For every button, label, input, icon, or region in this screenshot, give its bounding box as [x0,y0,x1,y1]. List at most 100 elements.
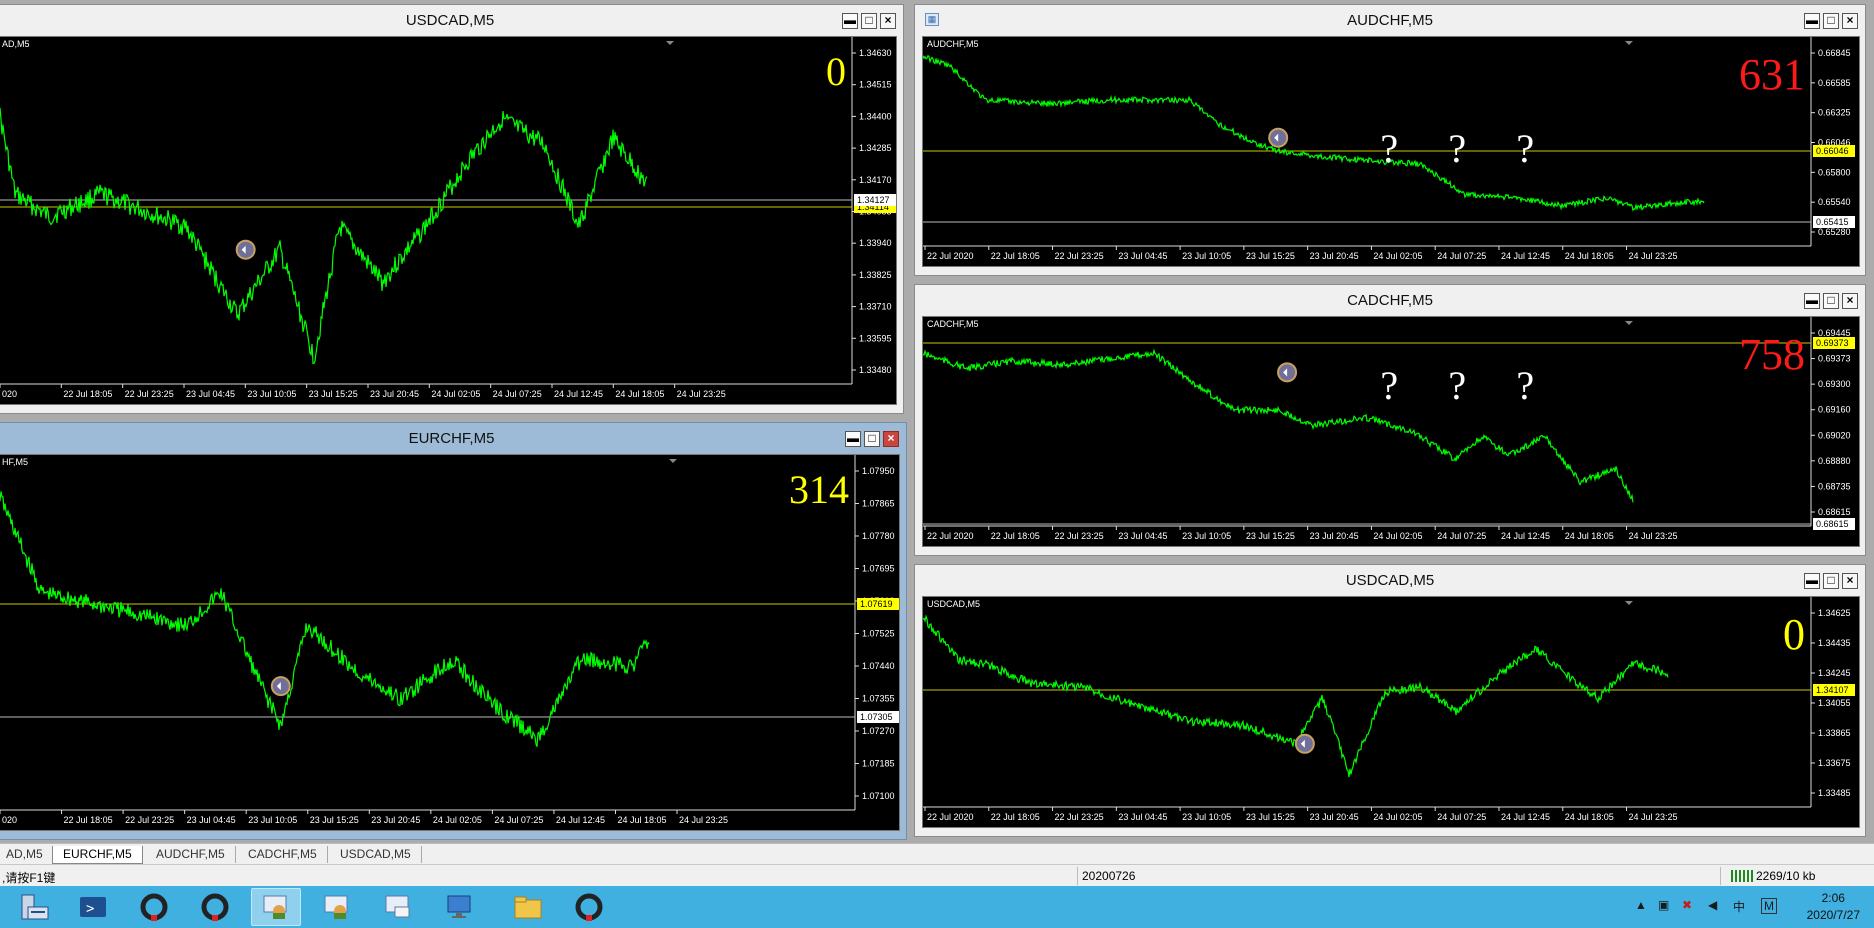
tab-cadchf[interactable]: CADCHF,M5 [238,846,328,863]
price-label: 0.69020 [1818,430,1851,440]
chart-symbol-label: AUDCHF,M5 [927,39,979,49]
clock-date: 2020/7/27 [1806,908,1860,922]
maximize-button[interactable]: □ [1823,573,1839,589]
window-titlebar[interactable]: CADCHF,M5 ▬ □ × [915,285,1865,315]
time-label: 23 Jul 04:45 [1118,812,1167,822]
counter-value: 0 [1783,610,1805,659]
close-button[interactable]: × [1842,13,1858,29]
remote-desktop-icon[interactable] [251,888,301,926]
window-titlebar[interactable]: EURCHF,M5 ▬ □ × [0,423,906,453]
close-button[interactable]: × [883,431,899,447]
chart-canvas[interactable]: USDCAD,M5 1.34625 1.34435 1.34245 1.34055 1.3… [923,597,1860,828]
price-tag-value: 1.07305 [860,712,893,722]
mt4-terminal-icon-3[interactable] [564,888,614,926]
window-title: CADCHF,M5 [1347,292,1433,309]
tab-usdcad[interactable]: USDCAD,M5 [330,846,422,863]
time-label: 24 Jul 12:45 [554,389,603,399]
chart-window-audchf[interactable]: ▦ AUDCHF,M5 ▬ □ × AUDCHF,M5 0.66845 0.6658… [914,4,1866,276]
price-chart[interactable]: CADCHF,M5 0.69445 0.69373 0.69300 0.69160 0.6… [922,316,1860,547]
system-clock[interactable]: 2:06 2020/7/27 [1807,890,1860,924]
time-label: 24 Jul 23:25 [1629,531,1678,541]
price-label: 1.33480 [859,365,892,375]
window-titlebar[interactable]: USDCAD,M5 ▬ □ × [915,565,1865,595]
connection-bars-icon [1731,870,1753,882]
maximize-button[interactable]: □ [861,13,877,29]
trade-marker-icon[interactable] [1268,127,1289,148]
mt4-terminal-icon-2[interactable] [190,888,240,926]
chart-canvas[interactable]: AUDCHF,M5 0.66845 0.66585 0.66325 0.66046 0.6… [923,37,1860,267]
close-button[interactable]: × [880,13,896,29]
price-label: 1.07695 [862,564,895,574]
price-label: 0.66325 [1818,108,1851,118]
trade-marker-icon[interactable] [1294,733,1315,754]
time-label: 24 Jul 12:45 [1501,531,1550,541]
time-label: 24 Jul 12:45 [1501,251,1550,261]
minimize-button[interactable]: ▬ [1804,13,1820,29]
time-label: 24 Jul 12:45 [556,815,605,825]
time-label: 24 Jul 07:25 [493,389,542,399]
price-label: 1.33825 [859,270,892,280]
trade-marker-icon[interactable] [235,239,256,260]
time-label: 23 Jul 15:25 [309,389,358,399]
server-manager-icon[interactable] [10,888,60,926]
window-titlebar[interactable]: USDCAD,M5 ▬ □ × [0,5,903,35]
time-label: 24 Jul 18:05 [1565,812,1614,822]
status-bar: ,请按F1键 20200726 2269/10 kb [0,864,1874,887]
network-icon[interactable]: ▣ [1658,898,1669,912]
time-label: 22 Jul 23:25 [1055,251,1104,261]
ime-chinese-icon[interactable]: 中 [1733,898,1745,915]
price-label: 0.68735 [1818,481,1851,491]
chart-symbol-label: AD,M5 [2,39,30,49]
security-icon[interactable]: ✖ [1682,898,1692,912]
time-label: 23 Jul 10:05 [1182,531,1231,541]
price-tag-value: 1.07619 [860,599,893,609]
volume-icon[interactable]: ◀ [1708,898,1717,912]
minimize-button[interactable]: ▬ [1804,293,1820,309]
chart-tabs: AD,M5 EURCHF,M5 AUDCHF,M5 CADCHF,M5 USDC… [0,843,1874,865]
time-label: 22 Jul 18:05 [991,251,1040,261]
chart-window-cadchf[interactable]: CADCHF,M5 ▬ □ × CADCHF,M5 0.69445 0.69373 0… [914,284,1866,556]
minimize-button[interactable]: ▬ [842,13,858,29]
price-chart[interactable]: AUDCHF,M5 0.66845 0.66585 0.66325 0.66046 0.6… [922,36,1860,267]
mt4-terminal-icon[interactable] [129,888,179,926]
chart-window-usdcad-left[interactable]: USDCAD,M5 ▬ □ × AD,M5 1.34630 1.34515 1.344… [0,4,904,414]
minimize-button[interactable]: ▬ [845,431,861,447]
counter-value: 0 [826,49,846,94]
price-chart[interactable]: USDCAD,M5 1.34625 1.34435 1.34245 1.34055 1.3… [922,596,1860,828]
window-titlebar[interactable]: ▦ AUDCHF,M5 ▬ □ × [915,5,1865,35]
chart-window-usdcad-right[interactable]: USDCAD,M5 ▬ □ × USDCAD,M5 1.34625 1.34435 1… [914,564,1866,837]
minimize-button[interactable]: ▬ [1804,573,1820,589]
time-label: 23 Jul 15:25 [310,815,359,825]
time-label: 24 Jul 23:25 [1629,251,1678,261]
price-chart[interactable]: HF,M51.079501.078651.077801.076951.07610… [0,454,900,831]
price-label: 1.33940 [859,238,892,248]
price-chart[interactable]: AD,M5 1.34630 1.34515 1.34400 1.34285 1.34170… [0,36,897,405]
ime-mode-icon[interactable]: M [1761,898,1777,914]
price-label: 0.66585 [1818,78,1851,88]
remote-desktop-icon-3[interactable] [373,888,423,926]
computer-icon[interactable] [434,888,484,926]
tab-eurchf[interactable]: EURCHF,M5 [52,846,143,864]
maximize-button[interactable]: □ [864,431,880,447]
chart-canvas[interactable]: AD,M5 1.34630 1.34515 1.34400 1.34285 1.34170… [0,37,897,405]
chart-canvas[interactable]: HF,M51.079501.078651.077801.076951.07610… [0,455,900,831]
price-tag-secondary: 0.65415 [1813,216,1855,228]
time-label: 22 Jul 23:25 [1055,531,1104,541]
price-label: 1.33865 [1818,728,1851,738]
maximize-button[interactable]: □ [1823,13,1839,29]
tab-audchf[interactable]: AUDCHF,M5 [146,846,236,863]
maximize-button[interactable]: □ [1823,293,1839,309]
close-button[interactable]: × [1842,293,1858,309]
file-explorer-icon[interactable] [503,888,553,926]
trade-marker-icon[interactable] [1277,362,1298,383]
remote-desktop-icon-2[interactable] [312,888,362,926]
chart-window-eurchf[interactable]: EURCHF,M5 ▬ □ × HF,M5 1.07950 1.07865 1.077… [0,422,907,840]
chart-canvas[interactable]: CADCHF,M50.694450.693730.693000.691600.6… [923,317,1860,547]
powershell-icon[interactable]: > [68,888,118,926]
tray-chevron-icon[interactable]: ▲ [1635,898,1647,912]
close-button[interactable]: × [1842,573,1858,589]
taskbar: > ▲ ▣ ✖ ◀ 中 M 2:06 2020/7/27 [0,886,1874,928]
tab-usdcad-partial[interactable]: AD,M5 [0,846,54,863]
price-label: 1.33485 [1818,788,1851,798]
trade-marker-icon[interactable] [270,676,291,697]
